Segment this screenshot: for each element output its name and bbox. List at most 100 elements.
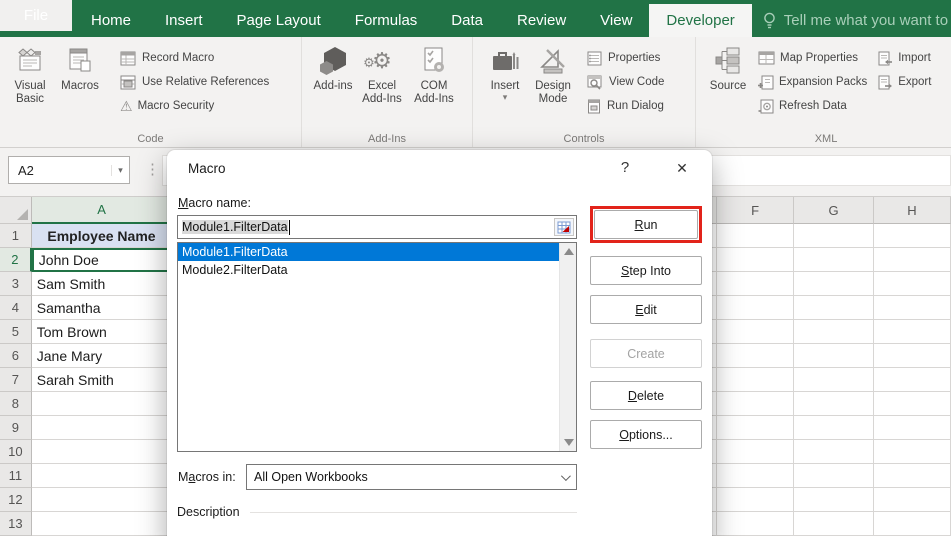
cell-a5[interactable]: Tom Brown: [32, 320, 173, 344]
macro-list[interactable]: Module1.FilterData Module2.FilterData: [177, 242, 577, 452]
close-icon[interactable]: ✕: [672, 158, 692, 178]
tab-formulas[interactable]: Formulas: [338, 4, 435, 37]
row-header[interactable]: 5: [0, 320, 32, 344]
delete-button[interactable]: Delete: [590, 381, 702, 410]
macro-name-input[interactable]: Module1.FilterData: [177, 215, 577, 239]
cell[interactable]: [794, 416, 874, 440]
cell[interactable]: [874, 440, 951, 464]
cell-a1[interactable]: Employee Name: [32, 224, 172, 248]
macro-grid-icon[interactable]: [554, 218, 574, 236]
cell[interactable]: [794, 368, 874, 392]
row-header[interactable]: 8: [0, 392, 32, 416]
cell[interactable]: [794, 272, 874, 296]
column-header-f[interactable]: F: [717, 197, 794, 224]
cell[interactable]: [874, 416, 951, 440]
cell[interactable]: [874, 296, 951, 320]
design-mode-button[interactable]: Design Mode: [527, 42, 579, 106]
row-header[interactable]: 7: [0, 368, 32, 392]
cell[interactable]: [794, 488, 874, 512]
expansion-packs-button[interactable]: Expansion Packs: [758, 73, 867, 91]
row-header[interactable]: 2: [0, 248, 32, 272]
cell-a3[interactable]: Sam Smith: [32, 272, 173, 296]
cell[interactable]: [717, 416, 794, 440]
cell[interactable]: [717, 320, 794, 344]
tab-review[interactable]: Review: [500, 4, 583, 37]
cell[interactable]: [874, 344, 951, 368]
cell[interactable]: [32, 488, 173, 512]
options-button[interactable]: Options...: [590, 420, 702, 449]
step-into-button[interactable]: Step Into: [590, 256, 702, 285]
visual-basic-button[interactable]: Visual Basic: [6, 42, 54, 106]
cell[interactable]: [794, 440, 874, 464]
cell[interactable]: [794, 512, 874, 536]
cell[interactable]: [794, 248, 874, 272]
cell[interactable]: [717, 224, 794, 248]
column-header-h[interactable]: H: [874, 197, 951, 224]
cell[interactable]: [717, 248, 794, 272]
cell[interactable]: [874, 464, 951, 488]
row-header[interactable]: 6: [0, 344, 32, 368]
row-header[interactable]: 10: [0, 440, 32, 464]
cell[interactable]: [717, 488, 794, 512]
cell[interactable]: [794, 296, 874, 320]
cell-a7[interactable]: Sarah Smith: [32, 368, 173, 392]
cell[interactable]: [874, 488, 951, 512]
cell[interactable]: [874, 368, 951, 392]
properties-button[interactable]: Properties: [587, 49, 664, 67]
macros-in-dropdown[interactable]: All Open Workbooks: [246, 464, 577, 490]
cell[interactable]: [874, 392, 951, 416]
row-header[interactable]: 1: [0, 224, 32, 248]
add-ins-button[interactable]: Add-ins: [310, 42, 356, 93]
refresh-data-button[interactable]: Refresh Data: [758, 97, 867, 115]
map-properties-button[interactable]: Map Properties: [758, 49, 867, 67]
scroll-up-icon[interactable]: [564, 248, 574, 255]
cell[interactable]: [717, 344, 794, 368]
cell-a2-active[interactable]: John Doe: [32, 248, 173, 272]
list-scrollbar[interactable]: [559, 243, 576, 451]
cell[interactable]: [32, 416, 173, 440]
row-header[interactable]: 13: [0, 512, 32, 536]
scroll-down-icon[interactable]: [564, 439, 574, 446]
tab-view[interactable]: View: [583, 4, 649, 37]
macro-list-item-selected[interactable]: Module1.FilterData: [178, 243, 559, 261]
cell[interactable]: [794, 392, 874, 416]
cell[interactable]: [717, 512, 794, 536]
row-header[interactable]: 4: [0, 296, 32, 320]
tell-me-box[interactable]: Tell me what you want to do...: [752, 4, 951, 37]
name-box[interactable]: A2 ▾: [8, 156, 130, 184]
row-header[interactable]: 9: [0, 416, 32, 440]
run-button[interactable]: Run: [594, 210, 698, 239]
cell[interactable]: [717, 272, 794, 296]
use-relative-references-button[interactable]: Use Relative References: [120, 73, 269, 91]
cell[interactable]: [717, 392, 794, 416]
edit-button[interactable]: Edit: [590, 295, 702, 324]
tab-file[interactable]: File: [0, 0, 72, 31]
tab-home[interactable]: Home: [74, 4, 148, 37]
help-button[interactable]: ?: [615, 158, 635, 178]
cell[interactable]: [874, 248, 951, 272]
cell[interactable]: [794, 320, 874, 344]
record-macro-button[interactable]: Record Macro: [120, 49, 269, 67]
chevron-down-icon[interactable]: [552, 474, 576, 481]
cell[interactable]: [794, 464, 874, 488]
name-box-dropdown-icon[interactable]: ▾: [111, 165, 129, 176]
cell[interactable]: [874, 224, 951, 248]
tab-page-layout[interactable]: Page Layout: [220, 4, 338, 37]
cell[interactable]: [32, 392, 173, 416]
cell[interactable]: [874, 512, 951, 536]
select-all-corner[interactable]: [0, 197, 32, 224]
view-code-button[interactable]: View Code: [587, 73, 664, 91]
macros-button[interactable]: Macros: [54, 42, 106, 93]
cell[interactable]: [32, 512, 173, 536]
row-header[interactable]: 3: [0, 272, 32, 296]
cell[interactable]: [874, 320, 951, 344]
cell[interactable]: [794, 224, 874, 248]
cell[interactable]: [717, 464, 794, 488]
com-add-ins-button[interactable]: COM Add-Ins: [408, 42, 460, 106]
insert-control-button[interactable]: Insert ▾: [483, 42, 527, 101]
cell[interactable]: [32, 464, 173, 488]
macro-list-item[interactable]: Module2.FilterData: [178, 261, 559, 279]
column-header-a[interactable]: A: [32, 197, 173, 224]
cell-a4[interactable]: Samantha: [32, 296, 173, 320]
create-button[interactable]: Create: [590, 339, 702, 368]
